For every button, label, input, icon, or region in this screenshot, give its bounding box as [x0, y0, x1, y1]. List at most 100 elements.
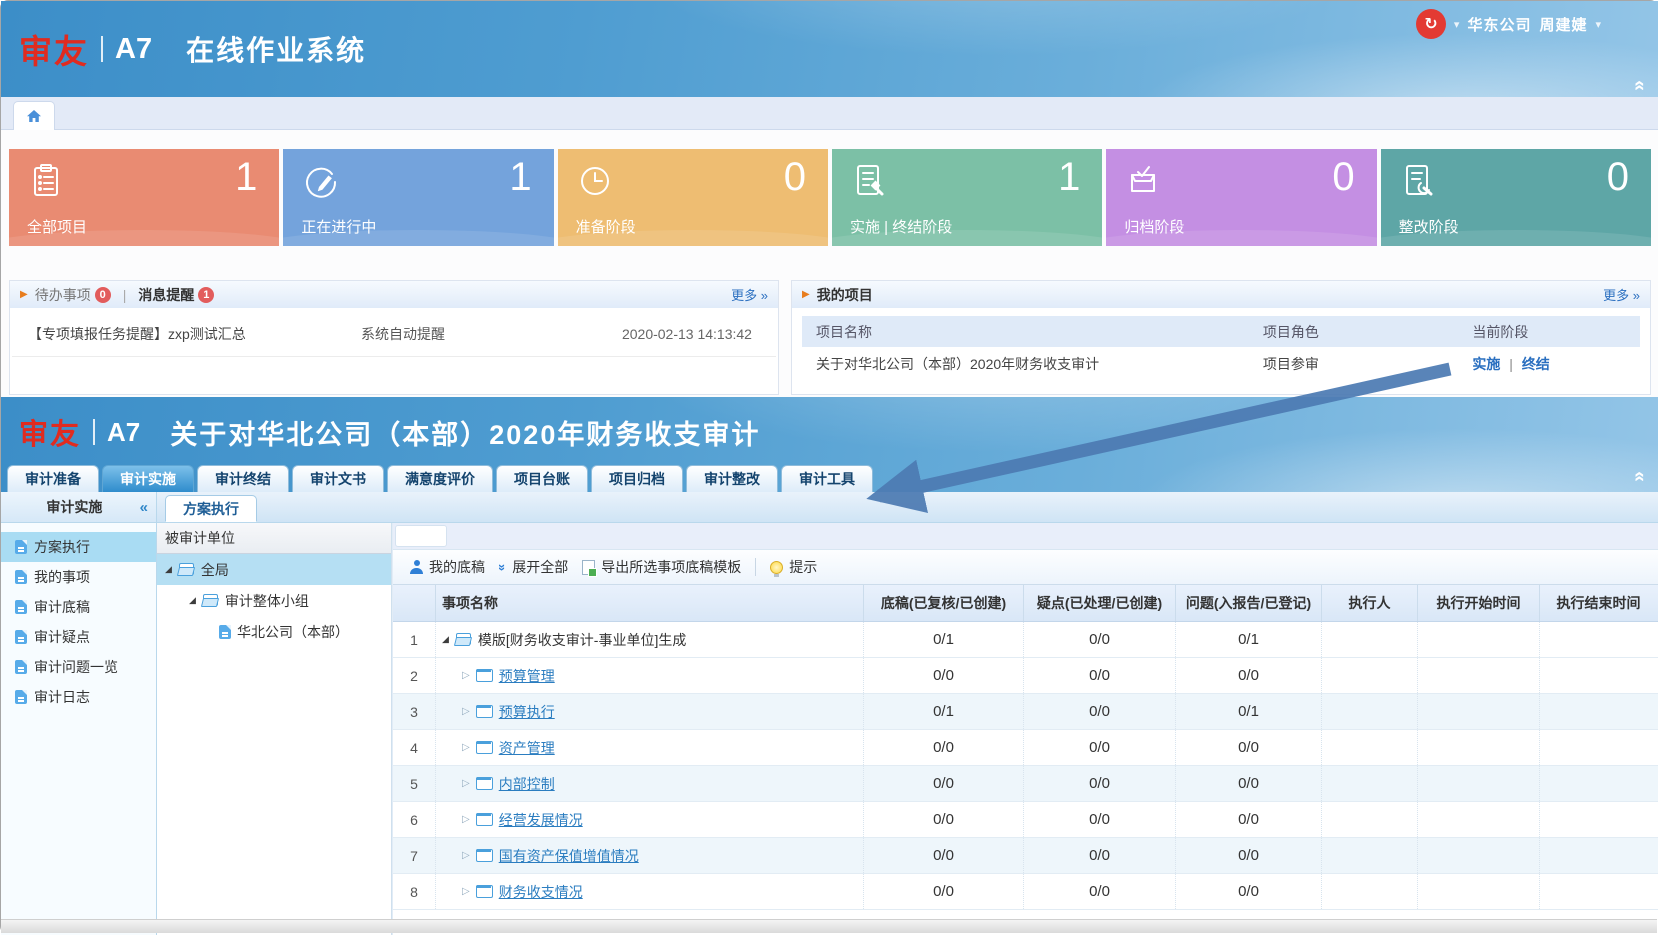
tab-audit-implementation[interactable]: 审计实施 [102, 465, 194, 492]
tip-button[interactable]: 提示 [763, 557, 824, 577]
my-drafts-button[interactable]: 我的底稿 [403, 557, 492, 577]
matter-name-link[interactable]: 国有资产保值增值情况 [499, 846, 639, 866]
stat-label: 整改阶段 [1399, 216, 1459, 237]
tab-todo-items[interactable]: 待办事项 [35, 285, 91, 305]
collapse-tabs-icon[interactable]: « [1630, 471, 1649, 482]
executor-value [1321, 766, 1417, 801]
column-drafts[interactable]: 底稿(已复核/已创建) [863, 585, 1023, 621]
stat-card-in-progress[interactable]: 1 正在进行中 [283, 149, 553, 246]
open-folder-icon [455, 633, 472, 646]
export-draft-template-button[interactable]: 导出所选事项底稿模板 [575, 557, 748, 577]
collapsed-caret-icon[interactable]: ▷ [462, 815, 470, 825]
start-time-value [1417, 730, 1539, 765]
document-gavel-icon [850, 162, 888, 205]
right-area: 方案执行 被审计单位 ◢ 全局 ◢ 审计整体小组 [157, 492, 1658, 935]
drafts-value: 0/1 [863, 694, 1023, 729]
drafts-value: 0/0 [863, 838, 1023, 873]
sidebar-item-my-matters[interactable]: 我的事项 [1, 562, 156, 592]
collapse-header-icon[interactable]: « [1630, 80, 1649, 91]
sidebar-collapse-icon[interactable]: « [140, 499, 148, 516]
tab-project-ledger[interactable]: 项目台账 [496, 465, 588, 492]
end-time-value [1539, 802, 1657, 837]
stage-divider: | [1509, 356, 1513, 372]
column-doubts[interactable]: 疑点(已处理/已创建) [1023, 585, 1175, 621]
expanded-caret-icon[interactable]: ◢ [189, 596, 196, 605]
stat-card-implementation[interactable]: 1 实施 | 终结阶段 [832, 149, 1102, 246]
table-row: 1 ◢模版[财务收支审计-事业单位]生成 0/1 0/0 0/1 [393, 622, 1658, 658]
stage-link-conclude[interactable]: 终结 [1522, 356, 1550, 372]
collapsed-caret-icon[interactable]: ▷ [462, 887, 470, 897]
collapsed-caret-icon[interactable]: ▷ [462, 743, 470, 753]
document-icon [15, 690, 27, 704]
column-end-time[interactable]: 执行结束时间 [1539, 585, 1657, 621]
stat-card-archive[interactable]: 0 归档阶段 [1106, 149, 1376, 246]
column-project-name: 项目名称 [802, 322, 1263, 342]
collapsed-caret-icon[interactable]: ▷ [462, 707, 470, 717]
panel-arrow-icon: ▶ [802, 289, 810, 300]
matter-name-link[interactable]: 预算管理 [499, 666, 555, 686]
message-title[interactable]: 【专项填报任务提醒】zxp测试汇总 [28, 324, 361, 344]
tab-audit-rectification[interactable]: 审计整改 [686, 465, 778, 492]
tab-audit-documents[interactable]: 审计文书 [292, 465, 384, 492]
sidebar-items: 方案执行 我的事项 审计底稿 审计疑点 审计问题一览 审计日志 [1, 523, 156, 712]
matter-name-link[interactable]: 资产管理 [499, 738, 555, 758]
message-row[interactable]: 【专项填报任务提醒】zxp测试汇总 系统自动提醒 2020-02-13 14:1… [12, 308, 776, 357]
expanded-caret-icon[interactable]: ◢ [442, 635, 449, 644]
matter-name-link[interactable]: 经营发展情况 [499, 810, 583, 830]
expand-all-button[interactable]: »展开全部 [492, 557, 575, 577]
stat-value: 1 [235, 155, 257, 200]
sidebar-item-audit-issues[interactable]: 审计问题一览 [1, 652, 156, 682]
sidebar-item-plan-execution[interactable]: 方案执行 [1, 532, 156, 562]
stat-card-all-projects[interactable]: 1 全部项目 [9, 149, 279, 246]
start-time-value [1417, 838, 1539, 873]
inner-tab-plan-execution[interactable]: 方案执行 [165, 495, 257, 522]
sidebar-item-audit-log[interactable]: 审计日志 [1, 682, 156, 712]
sync-icon[interactable]: ↻ [1416, 9, 1446, 39]
project-name[interactable]: 关于对华北公司（本部）2020年财务收支审计 [802, 354, 1263, 374]
tab-audit-tools[interactable]: 审计工具 [781, 465, 873, 492]
collapsed-caret-icon[interactable]: ▷ [462, 779, 470, 789]
executor-value [1321, 838, 1417, 873]
chevron-down-icon[interactable]: ▾ [1595, 18, 1601, 31]
projects-panel-title: 我的项目 [817, 285, 873, 305]
project-role: 项目参审 [1263, 354, 1473, 374]
stat-card-rectification[interactable]: 0 整改阶段 [1381, 149, 1651, 246]
table-row: 7 ▷国有资产保值增值情况 0/0 0/0 0/0 [393, 838, 1658, 874]
stat-label: 实施 | 终结阶段 [850, 216, 952, 237]
executor-value [1321, 730, 1417, 765]
collapsed-caret-icon[interactable]: ▷ [462, 671, 470, 681]
sidebar-item-audit-drafts[interactable]: 审计底稿 [1, 592, 156, 622]
home-tab[interactable] [13, 101, 55, 130]
column-executor[interactable]: 执行人 [1321, 585, 1417, 621]
column-issues[interactable]: 问题(入报告/已登记) [1175, 585, 1321, 621]
chevron-down-icon[interactable]: ▾ [1454, 18, 1460, 31]
matter-name-link[interactable]: 预算执行 [499, 702, 555, 722]
tree-node-north-china-company[interactable]: 华北公司（本部） [157, 616, 391, 647]
issues-value: 0/0 [1175, 802, 1321, 837]
projects-more-link[interactable]: 更多 » [1603, 285, 1640, 304]
doubts-value: 0/0 [1023, 838, 1175, 873]
start-time-value [1417, 802, 1539, 837]
sidebar-item-audit-doubts[interactable]: 审计疑点 [1, 622, 156, 652]
stage-link-implement[interactable]: 实施 [1472, 356, 1500, 372]
tab-audit-conclusion[interactable]: 审计终结 [197, 465, 289, 492]
tree-node-audit-group[interactable]: ◢ 审计整体小组 [157, 585, 391, 616]
tree-node-global[interactable]: ◢ 全局 [157, 554, 391, 585]
open-folder-icon [178, 563, 195, 576]
expanded-caret-icon[interactable]: ◢ [165, 565, 172, 574]
tab-project-archive[interactable]: 项目归档 [591, 465, 683, 492]
tab-message-reminder[interactable]: 消息提醒 [138, 285, 194, 305]
tab-satisfaction[interactable]: 满意度评价 [387, 465, 493, 492]
folder-icon [476, 741, 493, 754]
dashboard-window: 审友 A7 在线作业系统 ↻ ▾ 华东公司 周建婕 ▾ « 1 全部项目 [1, 1, 1658, 397]
matter-name-link[interactable]: 内部控制 [499, 774, 555, 794]
column-start-time[interactable]: 执行开始时间 [1417, 585, 1539, 621]
person-icon [410, 560, 423, 574]
stat-card-preparation[interactable]: 0 准备阶段 [558, 149, 828, 246]
collapsed-caret-icon[interactable]: ▷ [462, 851, 470, 861]
column-matter-name[interactable]: 事项名称 [435, 585, 863, 621]
message-badge: 1 [198, 287, 214, 303]
todo-more-link[interactable]: 更多 » [731, 285, 768, 304]
tab-audit-preparation[interactable]: 审计准备 [7, 465, 99, 492]
matter-name-link[interactable]: 财务收支情况 [499, 882, 583, 902]
